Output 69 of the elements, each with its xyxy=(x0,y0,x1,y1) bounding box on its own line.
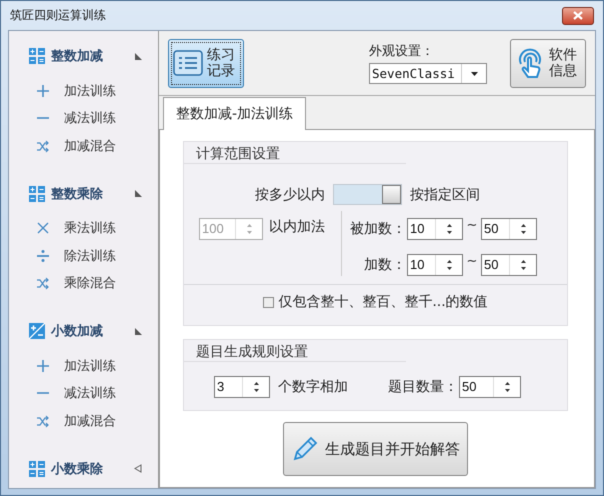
spin-arrows-icon xyxy=(246,224,252,234)
dropdown-arrow-icon xyxy=(470,72,478,76)
spin-arrows-icon xyxy=(446,224,452,234)
window-title: 筑匠四则运算训练 xyxy=(9,7,106,24)
count-suffix-label: 个数字相加 xyxy=(278,378,348,396)
number-spinner[interactable]: 10 xyxy=(407,218,463,240)
multiply-icon xyxy=(36,221,50,236)
number-spinner[interactable]: 50 xyxy=(481,218,537,240)
sidebar-item[interactable]: 加法训练 xyxy=(9,77,158,104)
mode-label: 按多少以内 xyxy=(255,186,325,204)
theme-label: 外观设置： xyxy=(369,43,435,60)
number-spinner[interactable]: 50 xyxy=(481,254,537,276)
sidebar-group-header[interactable]: 整数加减 xyxy=(9,44,158,68)
close-button[interactable] xyxy=(562,6,594,24)
sidebar-item[interactable]: 乘除混合 xyxy=(9,270,158,297)
tab[interactable]: 整数加减-加法训练 xyxy=(163,97,306,130)
calculator-icon xyxy=(29,186,45,202)
sidebar-group-header[interactable]: 小数加减 xyxy=(9,319,158,343)
sidebar-item[interactable]: 加减混合 xyxy=(9,407,158,434)
shuffle-icon xyxy=(36,414,50,428)
spin-arrows-icon xyxy=(504,382,510,392)
collapsed-arrow-icon xyxy=(134,464,142,473)
sidebar-item[interactable]: 减法训练 xyxy=(9,380,158,407)
expanded-arrow-icon xyxy=(134,189,142,198)
sidebar-item[interactable]: 加法训练 xyxy=(9,352,158,380)
sidebar-item[interactable]: 乘法训练 xyxy=(9,214,158,242)
sidebar-group-header[interactable]: 小数乘除 xyxy=(9,456,158,480)
record-button[interactable]: 练习记录 xyxy=(168,38,244,88)
mode-label: 按指定区间 xyxy=(410,186,480,204)
sidebar-item[interactable]: 减法训练 xyxy=(9,104,158,132)
info-button[interactable]: 软件信息 xyxy=(510,38,586,88)
plus-icon xyxy=(36,84,50,98)
checkbox-label[interactable]: 仅包含整十、整百、整千...的数值 xyxy=(278,293,488,311)
spin-arrows-icon xyxy=(254,382,258,392)
limit-suffix-label: 以内加法 xyxy=(269,218,325,236)
expanded-arrow-icon xyxy=(134,326,142,336)
range-label: 加数： xyxy=(364,256,406,274)
close-icon xyxy=(573,11,583,20)
sidebar-group-header[interactable]: 整数乘除 xyxy=(9,182,158,206)
theme-dropdown[interactable]: SevenClassi xyxy=(369,63,487,84)
sidebar-item[interactable]: 除法训练 xyxy=(9,242,158,270)
toggle-switch[interactable] xyxy=(333,184,402,205)
shuffle-icon xyxy=(36,276,50,290)
number-spinner[interactable]: 3 xyxy=(214,376,270,398)
group-title: 计算范围设置 xyxy=(196,146,280,162)
checkbox[interactable] xyxy=(263,296,274,308)
minus-icon xyxy=(36,117,50,120)
pencil-icon xyxy=(291,435,319,463)
group-title: 题目生成规则设置 xyxy=(196,344,308,360)
shuffle-icon xyxy=(36,138,50,153)
plus-icon xyxy=(36,358,50,373)
number-spinner[interactable]: 10 xyxy=(407,254,463,276)
calculator-icon xyxy=(29,48,45,64)
spin-arrows-icon xyxy=(520,224,526,234)
range-label: 被加数： xyxy=(350,220,406,238)
minus-icon xyxy=(36,392,50,394)
expanded-arrow-icon xyxy=(134,52,142,60)
start-button[interactable]: 生成题目并开始解答 xyxy=(283,422,468,476)
list-icon xyxy=(173,50,203,76)
plus-minus-icon xyxy=(29,323,45,339)
spin-arrows-icon xyxy=(520,260,526,270)
number-spinner[interactable]: 50 xyxy=(459,376,521,398)
divide-icon xyxy=(36,248,50,263)
sidebar-item[interactable]: 加减混合 xyxy=(9,132,158,160)
range-separator: ~ xyxy=(466,218,478,233)
calculator-icon xyxy=(29,460,45,476)
range-separator: ~ xyxy=(466,254,478,269)
total-label: 题目数量： xyxy=(388,378,458,396)
spin-arrows-icon xyxy=(446,260,452,270)
